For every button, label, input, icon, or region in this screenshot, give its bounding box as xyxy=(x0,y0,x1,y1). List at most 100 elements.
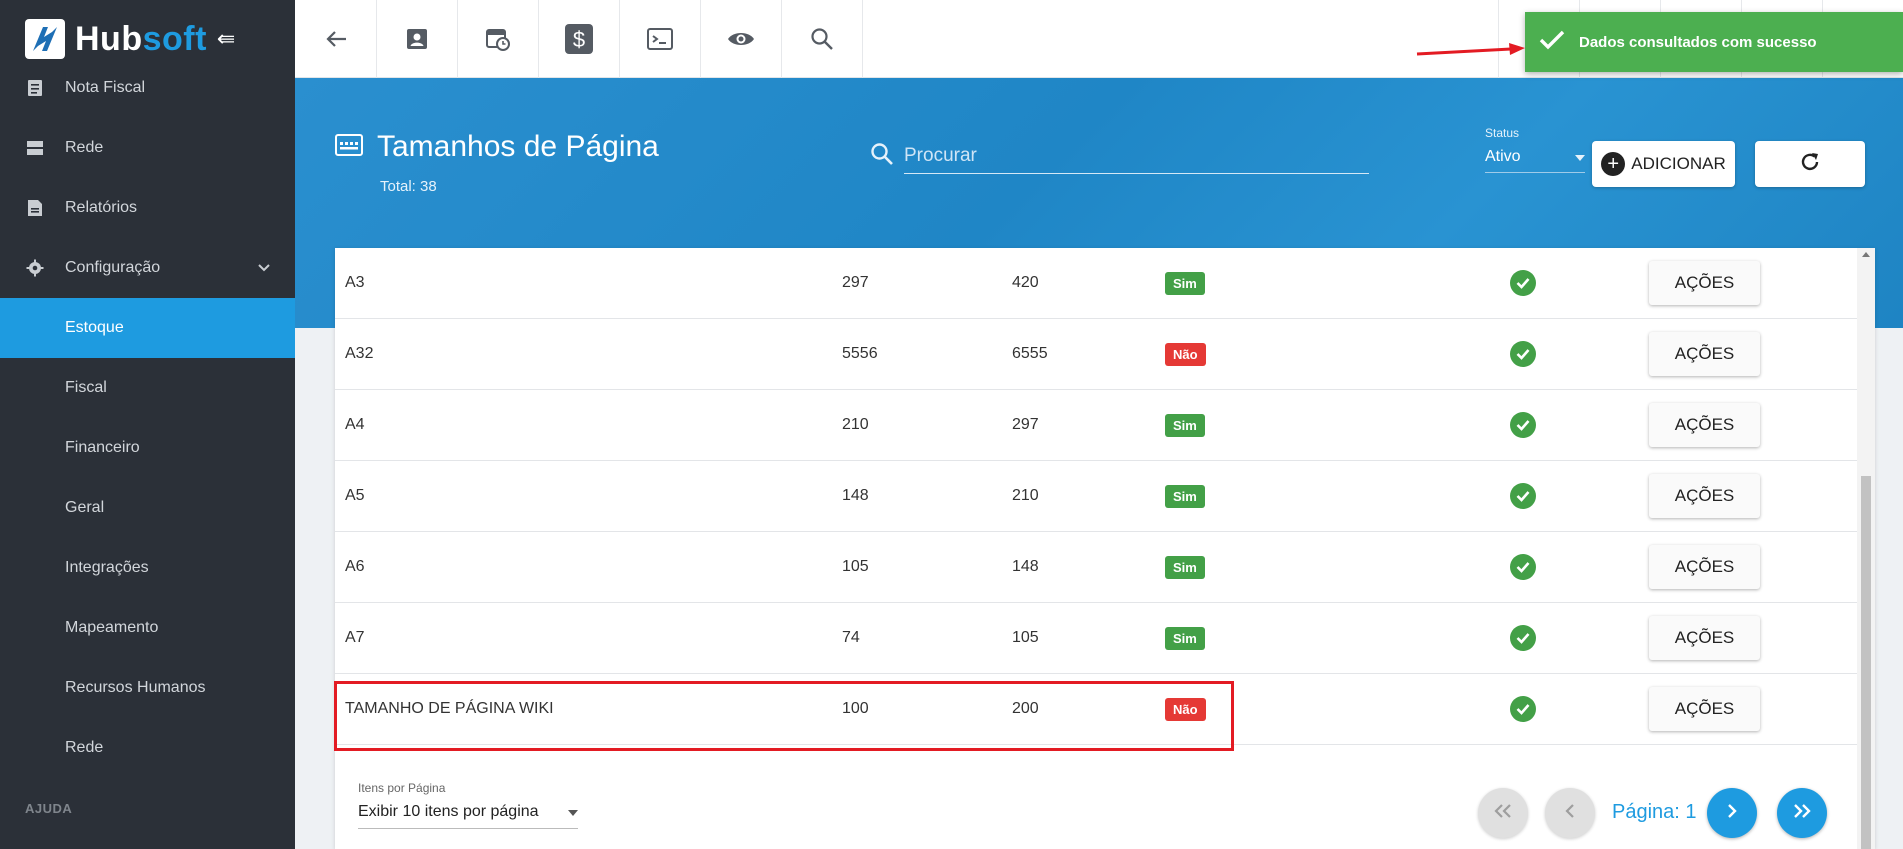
scroll-up-arrow-icon[interactable] xyxy=(1862,252,1870,257)
sidebar-item-label: Nota Fiscal xyxy=(65,79,146,96)
table-row: A6 105 148 Sim AÇÕES xyxy=(335,532,1857,603)
refresh-button[interactable] xyxy=(1755,141,1865,187)
checkmark-icon xyxy=(1539,30,1565,54)
cell-width: 297 xyxy=(842,274,869,291)
status-badge: Sim xyxy=(1165,484,1205,508)
search-icon xyxy=(870,142,894,171)
sidebar-item-rede[interactable]: Rede xyxy=(0,118,295,178)
check-circle-icon xyxy=(1510,554,1536,580)
actions-button[interactable]: AÇÕES xyxy=(1649,332,1760,376)
check-circle-icon xyxy=(1510,625,1536,651)
last-page-button[interactable] xyxy=(1777,788,1827,838)
refresh-icon xyxy=(1799,151,1821,178)
items-per-page[interactable]: Itens por Página Exibir 10 itens por pág… xyxy=(358,781,578,829)
page-sizes-table: A3 297 420 Sim AÇÕES A32 5556 6555 Não A… xyxy=(335,248,1875,849)
cell-width: 5556 xyxy=(842,345,878,362)
add-button[interactable]: + ADICIONAR xyxy=(1592,141,1735,187)
success-toast: Dados consultados com sucesso xyxy=(1525,12,1903,72)
page-indicator: Página: 1 xyxy=(1612,801,1697,823)
actions-button[interactable]: AÇÕES xyxy=(1649,474,1760,518)
items-per-page-label: Itens por Página xyxy=(358,781,446,795)
double-chevron-right-icon xyxy=(1793,803,1811,823)
table-row: A4 210 297 Sim AÇÕES xyxy=(335,390,1857,461)
table-scrollbar[interactable] xyxy=(1857,248,1875,849)
sidebar-item-label: Relatórios xyxy=(65,199,138,216)
scrollbar-thumb[interactable] xyxy=(1861,476,1871,849)
cell-width: 210 xyxy=(842,416,869,433)
sidebar-subitem-rede[interactable]: Rede xyxy=(0,718,295,778)
brand-name: Hubsoft xyxy=(75,19,207,58)
sidebar-subitem-geral[interactable]: Geral xyxy=(0,478,295,538)
cell-height: 6555 xyxy=(1012,345,1048,362)
status-badge: Sim xyxy=(1165,626,1205,650)
total-count: Total: 38 xyxy=(380,178,437,195)
sidebar-subitem-fiscal[interactable]: Fiscal xyxy=(0,358,295,418)
cell-name: TAMANHO DE PÁGINA WIKI xyxy=(345,700,554,717)
next-page-button[interactable] xyxy=(1707,788,1757,838)
cell-name: A5 xyxy=(345,487,365,504)
cell-width: 105 xyxy=(842,558,869,575)
status-badge: Não xyxy=(1165,697,1206,721)
cell-height: 297 xyxy=(1012,416,1039,433)
sidebar-item-label: Rede xyxy=(65,139,104,156)
sidebar-item-configuracao[interactable]: Configuração xyxy=(0,238,295,298)
items-per-page-select[interactable]: Exibir 10 itens por página xyxy=(358,803,578,829)
search-input[interactable] xyxy=(904,138,1369,174)
cell-height: 210 xyxy=(1012,487,1039,504)
sidebar-subitem-recursos-humanos[interactable]: Recursos Humanos xyxy=(0,658,295,718)
back-arrow-icon[interactable] xyxy=(295,0,377,78)
sidebar-item-label: Configuração xyxy=(65,259,161,276)
calendar-clock-icon[interactable] xyxy=(458,0,539,78)
previous-page-button[interactable] xyxy=(1545,788,1595,838)
sidebar: Hubsoft ⇚ Nota Fiscal Rede Relatórios Co… xyxy=(0,0,295,849)
sidebar-subitem-integracoes[interactable]: Integrações xyxy=(0,538,295,598)
sidebar-section-ajuda: AJUDA xyxy=(25,800,73,816)
page-title: Tamanhos de Página xyxy=(377,130,659,163)
actions-button[interactable]: AÇÕES xyxy=(1649,616,1760,660)
first-page-button[interactable] xyxy=(1478,788,1528,838)
table-row: A7 74 105 Sim AÇÕES xyxy=(335,603,1857,674)
sidebar-subitem-financeiro[interactable]: Financeiro xyxy=(0,418,295,478)
sidebar-subitem-mapeamento[interactable]: Mapeamento xyxy=(0,598,295,658)
server-icon xyxy=(25,138,45,158)
sidebar-item-nota-fiscal[interactable]: Nota Fiscal xyxy=(0,58,295,118)
sidebar-item-relatorios[interactable]: Relatórios xyxy=(0,178,295,238)
actions-button[interactable]: AÇÕES xyxy=(1649,545,1760,589)
annotation-arrow-icon xyxy=(1416,43,1525,56)
caret-down-icon xyxy=(568,803,578,821)
check-circle-icon xyxy=(1510,341,1536,367)
status-badge: Não xyxy=(1165,342,1206,366)
cell-width: 100 xyxy=(842,700,869,717)
search-box xyxy=(870,138,1370,174)
eye-icon[interactable] xyxy=(701,0,782,78)
toast-message: Dados consultados com sucesso xyxy=(1579,33,1817,51)
cell-width: 74 xyxy=(842,629,860,646)
terminal-icon[interactable] xyxy=(620,0,701,78)
collapse-menu-icon[interactable]: ⇚ xyxy=(217,26,235,52)
cell-name: A32 xyxy=(345,345,374,362)
cell-width: 148 xyxy=(842,487,869,504)
plus-circle-icon: + xyxy=(1601,152,1626,176)
cell-name: A4 xyxy=(345,416,365,433)
contact-card-icon[interactable] xyxy=(377,0,458,78)
status-filter[interactable]: Status Ativo xyxy=(1485,126,1585,173)
actions-button[interactable]: AÇÕES xyxy=(1649,261,1760,305)
status-badge: Sim xyxy=(1165,271,1205,295)
check-circle-icon xyxy=(1510,412,1536,438)
page-title-block: Tamanhos de Página xyxy=(335,130,659,164)
report-icon xyxy=(25,198,45,218)
actions-button[interactable]: AÇÕES xyxy=(1649,687,1760,731)
table-row: A5 148 210 Sim AÇÕES xyxy=(335,461,1857,532)
dollar-icon[interactable]: $ xyxy=(539,0,620,78)
page-size-icon xyxy=(335,133,363,161)
cell-name: A6 xyxy=(345,558,365,575)
svg-text:$: $ xyxy=(573,27,585,52)
search-icon[interactable] xyxy=(782,0,863,78)
sidebar-subitem-estoque[interactable]: Estoque xyxy=(0,298,295,358)
chevron-right-icon xyxy=(1727,803,1737,823)
status-badge: Sim xyxy=(1165,555,1205,579)
status-badge: Sim xyxy=(1165,413,1205,437)
status-select[interactable]: Ativo xyxy=(1485,148,1585,173)
gear-icon xyxy=(25,258,45,278)
actions-button[interactable]: AÇÕES xyxy=(1649,403,1760,447)
